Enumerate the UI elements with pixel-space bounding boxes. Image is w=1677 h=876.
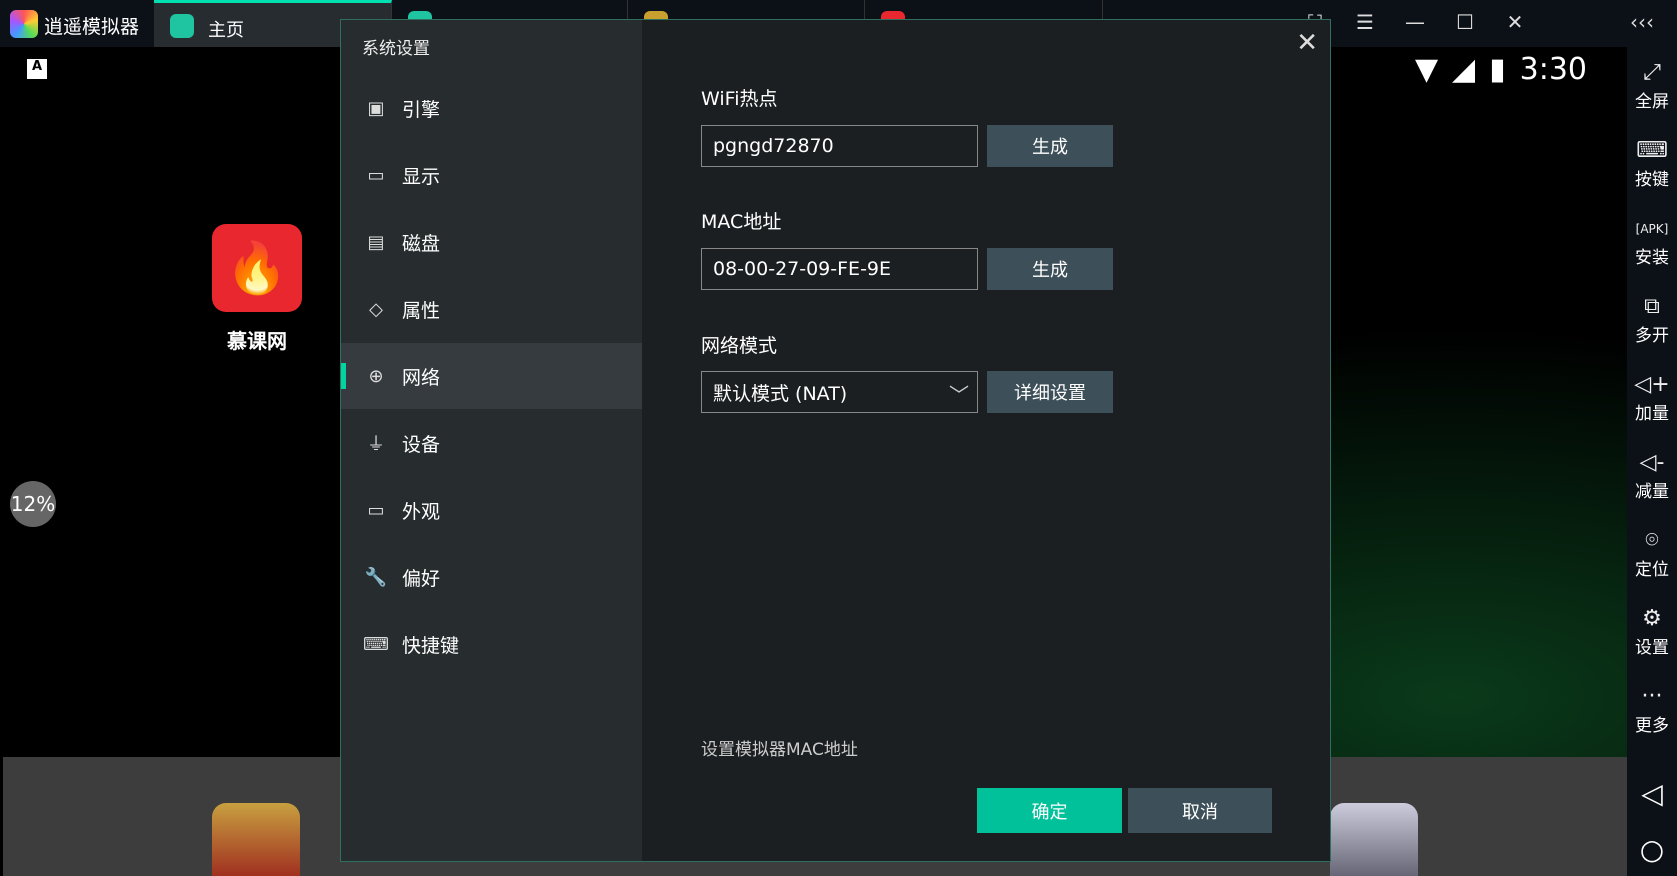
sidebar-item-label: 快捷键 xyxy=(402,634,460,657)
right-toolbar: ⤢ 全屏 ⌨ 按键 [APK] 安装 ⧉ 多开 ◁+ 加量 ◁- 减量 ⌾ 定位 ⚙ 设置 ··… xyxy=(1627,47,1677,876)
sidebar-item-label: 磁盘 xyxy=(402,232,441,255)
generate-wifi-button[interactable]: 生成 xyxy=(987,125,1113,167)
system-settings-dialog: 系统设置 ▣ 引擎 ▭ 显示 ▤ 磁盘 ◇ 属性 ⊕ 网络 ⏚ 设备 ▭ 外观 🔧 偏好 ⌨ 快捷… xyxy=(340,19,1331,862)
generate-mac-button[interactable]: 生成 xyxy=(987,248,1113,290)
chip-icon: ▣ xyxy=(367,97,385,119)
fullscreen-icon: ⤢ xyxy=(1643,60,1661,85)
tool-label: 按键 xyxy=(1635,170,1669,190)
monitor-icon: ▭ xyxy=(367,164,385,186)
sidebar-item-display[interactable]: ▭ 显示 xyxy=(341,142,642,208)
collapse-toolbar-icon[interactable]: ‹‹‹ xyxy=(1630,10,1654,34)
sidebar-item-preferences[interactable]: 🔧 偏好 xyxy=(341,544,642,610)
sidebar-item-appearance[interactable]: ▭ 外观 xyxy=(341,477,642,543)
tool-label: 更多 xyxy=(1635,716,1669,736)
app-label: 慕课网 xyxy=(227,329,287,353)
volume-up-icon: ◁+ xyxy=(1634,372,1670,397)
clock: 3:30 xyxy=(1519,52,1587,87)
tool-label: 安装 xyxy=(1635,248,1669,268)
wifi-input[interactable]: pgngd72870 xyxy=(701,125,978,167)
disk-icon: ▤ xyxy=(367,231,385,253)
toolbar-volume-up[interactable]: ◁+ 加量 xyxy=(1627,371,1677,424)
tool-label: 多开 xyxy=(1635,326,1669,346)
back-icon[interactable]: ◁ xyxy=(1627,777,1677,810)
dock-app-icon[interactable] xyxy=(212,803,300,876)
network-mode-select[interactable]: 默认模式 (NAT) ﹀ xyxy=(701,371,978,413)
sidebar-item-label: 外观 xyxy=(402,500,441,523)
select-value: 默认模式 (NAT) xyxy=(713,382,848,405)
sidebar-item-label: 偏好 xyxy=(402,567,441,590)
sidebar-item-label: 属性 xyxy=(402,299,441,322)
toolbar-fullscreen[interactable]: ⤢ 全屏 xyxy=(1627,59,1677,112)
confirm-button[interactable]: 确定 xyxy=(977,788,1122,833)
detail-settings-button[interactable]: 详细设置 xyxy=(987,371,1113,413)
sidebar-item-network[interactable]: ⊕ 网络 xyxy=(341,343,642,409)
tool-label: 加量 xyxy=(1635,404,1669,424)
maximize-icon[interactable]: ☐ xyxy=(1453,10,1477,34)
dialog-title: 系统设置 xyxy=(362,39,430,59)
status-bar: ▼ ◢ ▮ 3:30 xyxy=(1415,52,1587,87)
app-title: 逍遥模拟器 xyxy=(44,16,140,38)
toolbar-install[interactable]: [APK] 安装 xyxy=(1627,215,1677,268)
hint-text: 设置模拟器MAC地址 xyxy=(701,740,858,760)
keyboard-icon: ⌨ xyxy=(363,633,389,655)
tag-icon: ◇ xyxy=(369,298,383,320)
sidebar-item-shortcuts[interactable]: ⌨ 快捷键 xyxy=(341,611,642,677)
tool-label: 全屏 xyxy=(1635,92,1669,112)
microphone-icon: ⏚ xyxy=(367,434,385,455)
sidebar-item-label: 网络 xyxy=(402,366,441,389)
tool-label: 定位 xyxy=(1635,560,1669,580)
input-method-icon: A xyxy=(27,59,47,79)
close-icon[interactable]: ✕ xyxy=(1503,10,1527,34)
wrench-icon: 🔧 xyxy=(364,566,388,588)
tool-label: 设置 xyxy=(1635,638,1669,658)
cancel-button[interactable]: 取消 xyxy=(1128,788,1272,833)
progress-indicator: 12% xyxy=(10,481,56,527)
apk-icon: [APK] xyxy=(1635,222,1669,236)
settings-sidebar: 系统设置 ▣ 引擎 ▭ 显示 ▤ 磁盘 ◇ 属性 ⊕ 网络 ⏚ 设备 ▭ 外观 🔧 偏好 ⌨ 快捷… xyxy=(341,20,642,861)
dock-app-icon[interactable] xyxy=(1330,803,1418,876)
toolbar-volume-down[interactable]: ◁- 减量 xyxy=(1627,449,1677,502)
signal-icon: ◢ xyxy=(1452,52,1476,87)
toolbar-location[interactable]: ⌾ 定位 xyxy=(1627,527,1677,580)
sidebar-item-properties[interactable]: ◇ 属性 xyxy=(341,276,642,342)
home-icon[interactable]: ○ xyxy=(1627,833,1677,866)
chevron-down-icon: ﹀ xyxy=(949,383,969,407)
minimize-icon[interactable]: — xyxy=(1403,10,1427,34)
toolbar-more[interactable]: ··· 更多 xyxy=(1627,683,1677,736)
sidebar-item-label: 设备 xyxy=(402,433,441,456)
wifi-icon: ▼ xyxy=(1414,52,1439,87)
sidebar-item-device[interactable]: ⏚ 设备 xyxy=(341,410,642,476)
sidebar-item-disk[interactable]: ▤ 磁盘 xyxy=(341,209,642,275)
globe-icon: ⊕ xyxy=(368,365,384,387)
toolbar-keys[interactable]: ⌨ 按键 xyxy=(1627,137,1677,190)
menu-icon[interactable]: ☰ xyxy=(1353,10,1377,34)
dialog-close-icon[interactable]: ✕ xyxy=(1296,28,1318,58)
more-icon: ··· xyxy=(1641,684,1663,709)
toolbar-settings[interactable]: ⚙ 设置 xyxy=(1627,605,1677,658)
battery-icon: ▮ xyxy=(1489,52,1506,87)
mac-input[interactable]: 08-00-27-09-FE-9E xyxy=(701,248,978,290)
home-tab-icon xyxy=(170,14,194,38)
toolbar-multi[interactable]: ⧉ 多开 xyxy=(1627,293,1677,346)
location-icon: ⌾ xyxy=(1645,528,1659,553)
tab-label: 主页 xyxy=(208,20,244,41)
app-logo-icon xyxy=(10,10,38,38)
wifi-label: WiFi热点 xyxy=(701,88,778,110)
keyboard-icon: ⌨ xyxy=(1636,138,1668,163)
settings-icon: ⚙ xyxy=(1642,606,1662,631)
sidebar-item-label: 引擎 xyxy=(402,98,441,121)
sidebar-item-label: 显示 xyxy=(402,165,441,188)
mac-label: MAC地址 xyxy=(701,211,782,233)
network-mode-label: 网络模式 xyxy=(701,335,778,357)
volume-down-icon: ◁- xyxy=(1639,450,1665,475)
tool-label: 减量 xyxy=(1635,482,1669,502)
window-icon: ▭ xyxy=(367,499,385,521)
mooc-app-icon[interactable]: 🔥 xyxy=(212,224,302,312)
sidebar-item-engine[interactable]: ▣ 引擎 xyxy=(341,75,642,141)
multi-instance-icon: ⧉ xyxy=(1644,294,1660,319)
